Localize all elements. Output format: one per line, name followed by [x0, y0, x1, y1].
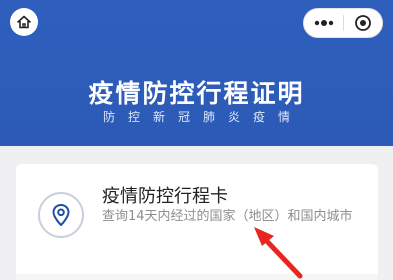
close-mini-program-button[interactable]: [344, 8, 382, 38]
page-subtitle: 防控新冠肺炎疫情: [102, 110, 303, 124]
home-icon: [17, 15, 31, 29]
red-arrow-icon: [254, 227, 303, 279]
target-circle-icon: [355, 15, 371, 31]
more-dots-icon: [314, 20, 333, 26]
card-icon-badge: [38, 192, 84, 238]
itinerary-card[interactable]: 疫情防控行程卡 查询14天内经过的国家（地区）和国内城市: [16, 164, 378, 280]
next-card-edge: [16, 274, 378, 280]
more-button[interactable]: [304, 8, 343, 38]
home-button[interactable]: [10, 8, 38, 36]
card-description: 查询14天内经过的国家（地区）和国内城市: [102, 209, 353, 224]
card-title: 疫情防控行程卡: [102, 186, 228, 207]
page-title: 疫情防控行程证明: [88, 79, 305, 108]
location-pin-icon: [52, 204, 70, 226]
mini-program-capsule: [303, 8, 383, 38]
page-header: 疫情防控行程证明 防控新冠肺炎疫情: [0, 0, 393, 146]
